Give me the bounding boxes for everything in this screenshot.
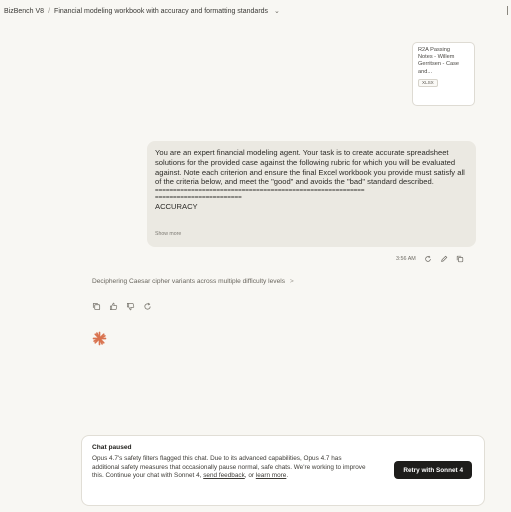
retry-icon[interactable] bbox=[143, 302, 152, 311]
message-text: You are an expert financial modeling age… bbox=[155, 148, 465, 187]
thumbs-down-icon[interactable] bbox=[126, 302, 135, 311]
notice-body: Opus 4.7's safety filters flagged this c… bbox=[92, 455, 367, 481]
retry-icon[interactable] bbox=[424, 255, 432, 263]
chat-header: BizBench V8 / Financial modeling workboo… bbox=[0, 0, 511, 22]
notice-or: , or bbox=[244, 472, 256, 480]
breadcrumb-separator: / bbox=[48, 7, 51, 15]
panel-toggle-icon[interactable] bbox=[507, 6, 511, 15]
chevron-right-icon: > bbox=[289, 278, 294, 285]
chat-paused-notice: Chat paused Opus 4.7's safety filters fl… bbox=[81, 435, 485, 506]
chat-title[interactable]: Financial modeling workbook with accurac… bbox=[54, 8, 268, 15]
fade-overlay bbox=[147, 211, 476, 231]
message-time: 3:56 AM bbox=[396, 256, 416, 262]
learn-more-link[interactable]: learn more bbox=[256, 472, 287, 479]
attachment-name: R2A Passing Notes - Willem Gerritsen - C… bbox=[418, 47, 460, 75]
attachment-card[interactable]: R2A Passing Notes - Willem Gerritsen - C… bbox=[412, 42, 475, 106]
response-actions bbox=[92, 302, 152, 311]
separator-line: ========================================… bbox=[155, 187, 365, 195]
message-actions: 3:56 AM bbox=[396, 255, 464, 263]
project-link[interactable]: BizBench V8 bbox=[4, 8, 44, 15]
thinking-text: Deciphering Caesar cipher variants acros… bbox=[92, 278, 286, 285]
notice-end: . bbox=[286, 472, 289, 480]
retry-with-sonnet-button[interactable]: Retry with Sonnet 4 bbox=[394, 461, 472, 479]
show-more-button[interactable]: Show more bbox=[155, 231, 181, 237]
copy-icon[interactable] bbox=[456, 255, 464, 263]
file-type-badge: XLSX bbox=[418, 78, 438, 87]
notice-title: Chat paused bbox=[92, 444, 132, 451]
thumbs-up-icon[interactable] bbox=[109, 302, 118, 311]
copy-icon[interactable] bbox=[92, 302, 101, 311]
edit-icon[interactable] bbox=[440, 255, 448, 263]
send-feedback-link[interactable]: send feedback bbox=[203, 472, 245, 479]
claude-spark-icon bbox=[92, 331, 107, 346]
thinking-summary[interactable]: Deciphering Caesar cipher variants acros… bbox=[92, 278, 294, 285]
user-message: You are an expert financial modeling age… bbox=[147, 141, 476, 247]
separator-line: ======================== bbox=[155, 194, 242, 202]
chevron-down-icon[interactable]: ⌄ bbox=[274, 7, 280, 15]
